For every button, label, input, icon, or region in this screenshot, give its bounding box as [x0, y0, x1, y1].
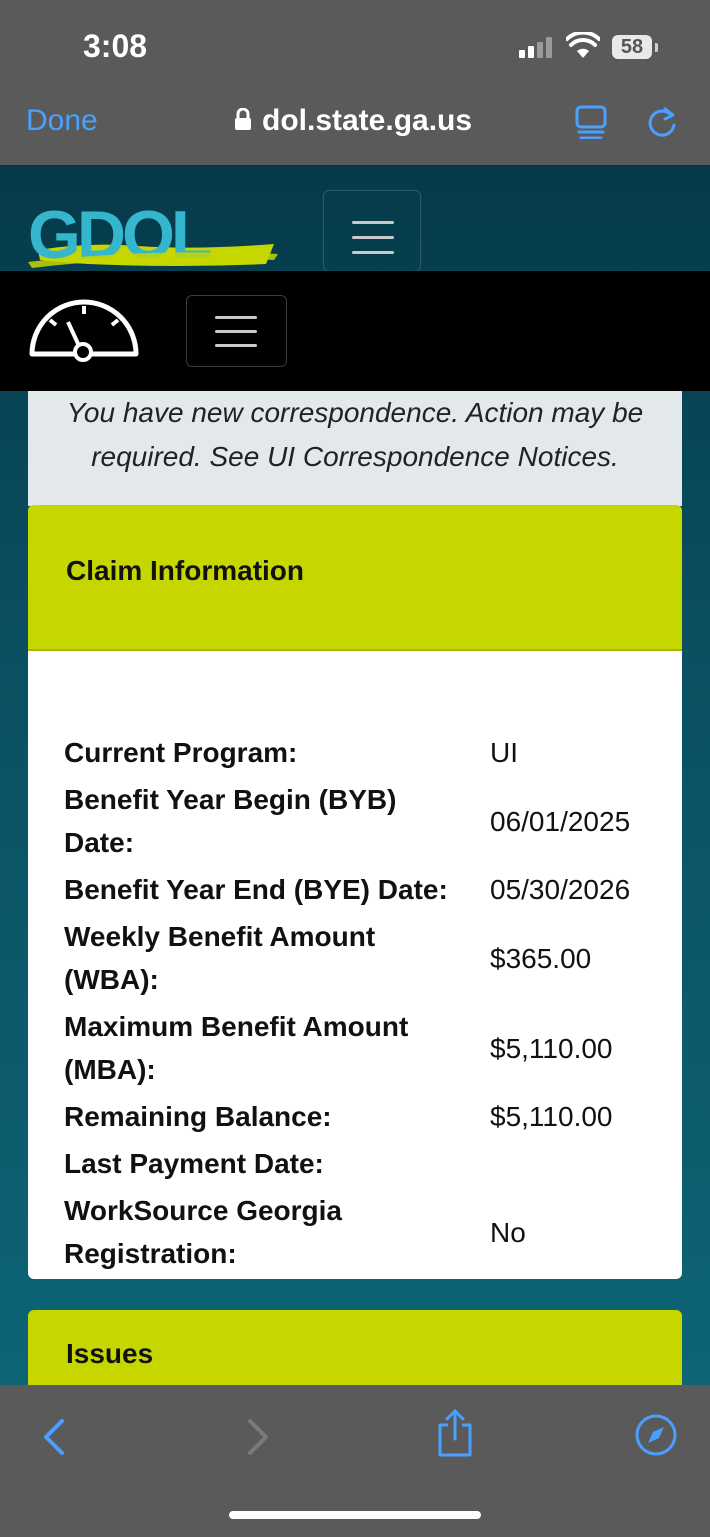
claim-card-title: Claim Information	[66, 555, 305, 586]
status-time: 3:08	[83, 28, 148, 64]
table-row: Remaining Balance: $5,110.00	[64, 1095, 664, 1138]
row-value: No	[490, 1216, 526, 1248]
share-icon[interactable]	[435, 1407, 475, 1459]
dashboard-menu-button[interactable]	[186, 295, 287, 367]
row-value: $365.00	[490, 942, 592, 974]
signal-icon	[519, 36, 555, 58]
row-value: 06/01/2025	[490, 805, 631, 837]
table-row: Benefit Year Begin (BYB) Date: 06/01/202…	[64, 778, 664, 864]
battery-icon: 58	[612, 35, 658, 59]
gdol-logo[interactable]: GDOL	[28, 202, 278, 268]
table-row: Maximum Benefit Amount (MBA): $5,110.00	[64, 1005, 664, 1091]
table-row: Last Payment Date:	[64, 1142, 664, 1185]
back-icon[interactable]	[40, 1415, 68, 1459]
gauge-icon[interactable]	[28, 292, 140, 366]
forward-icon[interactable]	[244, 1415, 272, 1459]
notice-line-2: required. See UI Correspondence Notices.	[91, 441, 619, 472]
row-label: Benefit Year End (BYE) Date:	[64, 874, 448, 905]
row-label: Benefit Year Begin (BYB) Date:	[64, 784, 397, 858]
issues-title: Issues	[66, 1338, 154, 1369]
status-bar: 3:08 58	[0, 0, 710, 95]
wifi-icon	[566, 32, 600, 58]
row-value: UI	[490, 737, 518, 768]
claim-information-card: Claim Information Current Program: UI Be…	[28, 505, 682, 1279]
table-row: Current Program: UI	[64, 731, 664, 774]
table-row: WorkSource Georgia Registration: No	[64, 1189, 664, 1275]
menu-button[interactable]	[323, 190, 421, 272]
table-row: Benefit Year End (BYE) Date: 05/30/2026	[64, 868, 664, 911]
row-label: Maximum Benefit Amount (MBA):	[64, 1011, 409, 1085]
row-value: $5,110.00	[490, 1101, 613, 1132]
lock-icon	[235, 108, 251, 130]
reload-icon[interactable]	[645, 105, 679, 139]
table-row: Weekly Benefit Amount (WBA): $365.00	[64, 915, 664, 1001]
home-indicator[interactable]	[229, 1511, 481, 1519]
row-label: Remaining Balance:	[64, 1101, 332, 1132]
row-label: WorkSource Georgia Registration:	[64, 1195, 343, 1269]
row-label: Last Payment Date:	[64, 1148, 324, 1179]
compass-icon[interactable]	[634, 1413, 678, 1457]
row-value: 05/30/2026	[490, 874, 631, 905]
reader-icon[interactable]	[575, 105, 607, 139]
done-button[interactable]: Done	[26, 104, 98, 138]
row-label: Weekly Benefit Amount (WBA):	[64, 921, 376, 995]
correspondence-notice[interactable]: You have new correspondence. Action may …	[28, 391, 682, 506]
row-value: $5,110.00	[490, 1032, 613, 1064]
claim-info-table: Current Program: UI Benefit Year Begin (…	[64, 731, 664, 1275]
url-text[interactable]: dol.state.ga.us	[262, 104, 472, 138]
notice-line-1: You have new correspondence. Action may …	[66, 397, 644, 428]
browser-bar: Done dol.state.ga.us	[0, 95, 710, 165]
issues-card[interactable]: Issues	[28, 1310, 682, 1390]
row-label: Current Program:	[64, 737, 298, 768]
